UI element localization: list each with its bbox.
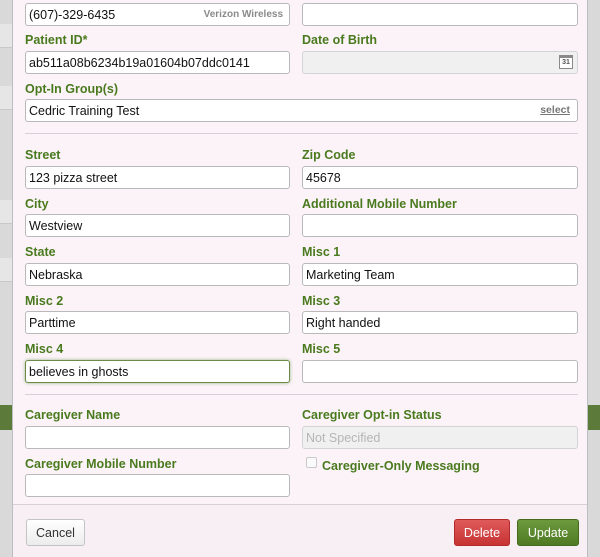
state-field[interactable]: Nebraska — [25, 263, 290, 286]
mobile-number-value: (607)-329-6435 — [29, 8, 116, 22]
modal-footer: Cancel Delete Update — [13, 504, 587, 557]
background-row — [0, 200, 12, 224]
section-divider — [25, 394, 578, 395]
patient-id-label: Patient ID* — [25, 33, 88, 47]
misc3-label: Misc 3 — [302, 294, 341, 308]
section-divider — [25, 133, 578, 134]
street-field[interactable]: 123 pizza street — [25, 166, 290, 189]
state-label: State — [25, 245, 56, 259]
background-row — [0, 258, 12, 282]
delete-button[interactable]: Delete — [454, 519, 510, 546]
zip-value: 45678 — [306, 171, 341, 185]
dob-field[interactable]: 31 — [302, 51, 578, 74]
caregiver-only-messaging-checkbox[interactable] — [306, 457, 317, 468]
caregiver-opt-in-status-placeholder: Not Specified — [306, 431, 381, 445]
caregiver-mobile-field[interactable] — [25, 474, 290, 497]
misc5-label: Misc 5 — [302, 342, 341, 356]
misc5-field[interactable] — [302, 360, 578, 383]
caregiver-mobile-label: Caregiver Mobile Number — [25, 457, 177, 471]
opt-in-value: Cedric Training Test — [29, 104, 140, 118]
opt-in-select-link[interactable]: select — [540, 104, 570, 116]
additional-mobile-label: Additional Mobile Number — [302, 197, 457, 211]
misc3-field[interactable]: Right handed — [302, 311, 578, 334]
street-label: Street — [25, 148, 61, 162]
caregiver-name-label: Caregiver Name — [25, 408, 121, 422]
misc1-field[interactable]: Marketing Team — [302, 263, 578, 286]
misc4-label: Misc 4 — [25, 342, 64, 356]
edit-patient-modal: (607)-329-6435 Verizon Wireless Patient … — [12, 0, 588, 557]
zip-label: Zip Code — [302, 148, 356, 162]
additional-mobile-field[interactable] — [302, 214, 578, 237]
opt-in-field[interactable]: Cedric Training Test select — [25, 99, 578, 122]
opt-in-label: Opt-In Group(s) — [25, 82, 119, 96]
calendar-icon[interactable]: 31 — [559, 55, 573, 69]
misc2-field[interactable]: Parttime — [25, 311, 290, 334]
carrier-label: Verizon Wireless — [203, 9, 283, 20]
update-button[interactable]: Update — [517, 519, 579, 546]
misc1-value: Marketing Team — [306, 268, 395, 282]
misc4-field[interactable]: believes in ghosts — [25, 360, 290, 383]
city-label: City — [25, 197, 49, 211]
caregiver-opt-in-status-field[interactable]: Not Specified — [302, 426, 578, 449]
misc1-label: Misc 1 — [302, 245, 341, 259]
top-right-field[interactable] — [302, 3, 578, 26]
misc2-value: Parttime — [29, 316, 76, 330]
caregiver-name-field[interactable] — [25, 426, 290, 449]
misc4-value: believes in ghosts — [29, 365, 129, 379]
caregiver-opt-in-status-label: Caregiver Opt-in Status — [302, 408, 442, 422]
state-value: Nebraska — [29, 268, 83, 282]
patient-id-value: ab511a08b6234b19a01604b07ddc0141 — [29, 56, 250, 70]
caregiver-only-messaging-label: Caregiver-Only Messaging — [322, 459, 480, 473]
street-value: 123 pizza street — [29, 171, 118, 185]
dob-label: Date of Birth — [302, 33, 377, 47]
misc3-value: Right handed — [306, 316, 381, 330]
background-accent — [0, 405, 12, 430]
background-row — [0, 24, 12, 48]
background-accent — [588, 405, 600, 430]
mobile-number-field[interactable]: (607)-329-6435 Verizon Wireless — [25, 3, 290, 26]
cancel-button[interactable]: Cancel — [26, 519, 85, 546]
zip-field[interactable]: 45678 — [302, 166, 578, 189]
background-row — [0, 86, 12, 110]
patient-id-field[interactable]: ab511a08b6234b19a01604b07ddc0141 — [25, 51, 290, 74]
city-field[interactable]: Westview — [25, 214, 290, 237]
city-value: Westview — [29, 219, 83, 233]
misc2-label: Misc 2 — [25, 294, 64, 308]
